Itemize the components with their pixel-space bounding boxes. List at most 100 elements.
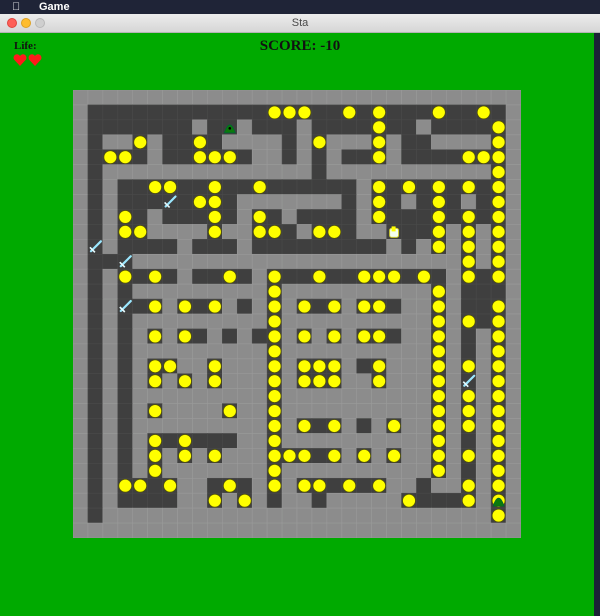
- floor-tile: [207, 433, 223, 449]
- coin-pickup: [491, 449, 506, 463]
- wall-tile: [475, 328, 492, 345]
- wall-tile: [505, 463, 521, 479]
- wall-tile: [192, 463, 208, 479]
- floor-tile: [192, 179, 208, 195]
- coin-pickup: [432, 359, 446, 374]
- maze-board[interactable]: [73, 90, 521, 538]
- wall-tile: [192, 224, 208, 240]
- floor-tile: [87, 253, 104, 270]
- wall-tile: [162, 522, 178, 538]
- coin-pickup: [312, 225, 327, 239]
- wall-tile: [475, 492, 492, 509]
- coin-pickup: [491, 478, 506, 493]
- wall-tile: [177, 388, 193, 404]
- coin-pickup: [267, 374, 282, 388]
- wall-tile: [446, 343, 462, 360]
- wall-tile: [475, 134, 492, 151]
- wall-tile: [236, 224, 253, 240]
- coin-pickup: [461, 478, 476, 493]
- floor-tile: [87, 149, 104, 165]
- wall-tile: [371, 224, 387, 240]
- coin-pickup: [491, 359, 506, 374]
- coin-pickup: [327, 299, 342, 314]
- floor-tile: [87, 492, 104, 509]
- coin-pickup: [282, 105, 297, 120]
- wall-tile: [505, 298, 521, 315]
- floor-tile: [117, 313, 134, 330]
- wall-tile: [73, 343, 89, 360]
- wall-tile: [266, 194, 283, 210]
- wall-tile: [192, 90, 208, 106]
- wall-tile: [162, 253, 178, 270]
- wall-tile: [401, 418, 417, 434]
- floor-tile: [192, 104, 208, 121]
- wall-tile: [73, 224, 89, 240]
- wall-tile: [475, 373, 492, 389]
- wall-tile: [73, 313, 89, 330]
- wall-tile: [371, 164, 387, 180]
- wall-tile: [222, 283, 238, 300]
- coin-pickup: [133, 225, 147, 239]
- wall-tile: [386, 492, 402, 509]
- coin-pickup: [491, 374, 506, 388]
- window-title: Sta: [291, 17, 309, 29]
- wall-tile: [505, 209, 521, 225]
- wall-tile: [416, 403, 432, 419]
- coin-pickup: [432, 225, 446, 239]
- coin-pickup: [387, 449, 401, 463]
- wall-tile: [132, 253, 148, 270]
- wall-tile: [192, 448, 208, 464]
- wall-tile: [192, 403, 208, 419]
- wall-tile: [102, 313, 119, 330]
- wall-tile: [117, 522, 134, 538]
- wall-tile: [356, 343, 372, 360]
- wall-tile: [73, 388, 89, 404]
- wall-tile: [341, 463, 358, 479]
- wall-tile: [102, 209, 119, 225]
- coin-pickup: [327, 359, 342, 374]
- wall-tile: [475, 90, 492, 106]
- wall-tile: [401, 283, 417, 300]
- wall-tile: [505, 507, 521, 524]
- wall-tile: [341, 373, 358, 389]
- floor-tile: [87, 134, 104, 151]
- game-canvas[interactable]: Life: SCORE: -10: [0, 33, 600, 616]
- wall-tile: [251, 253, 268, 270]
- wall-tile: [326, 253, 343, 270]
- wall-tile: [446, 328, 462, 345]
- wall-tile: [251, 433, 268, 449]
- floor-tile: [431, 268, 447, 285]
- wall-tile: [222, 134, 238, 151]
- wall-tile: [416, 90, 432, 106]
- wall-tile: [251, 477, 268, 494]
- window-titlebar[interactable]: Sta: [0, 14, 600, 33]
- wall-tile: [73, 373, 89, 389]
- coin-pickup: [208, 449, 222, 463]
- coin-pickup: [432, 374, 446, 388]
- wall-tile: [296, 433, 313, 449]
- wall-tile: [446, 313, 462, 330]
- coin-pickup: [267, 434, 282, 448]
- floor-tile: [296, 239, 313, 255]
- floor-tile: [177, 134, 193, 151]
- wall-tile: [505, 433, 521, 449]
- coin-pickup: [432, 210, 446, 224]
- wall-tile: [371, 448, 387, 464]
- apple-logo-icon[interactable]: : [12, 0, 20, 14]
- wall-tile: [251, 194, 268, 210]
- wall-tile: [505, 313, 521, 330]
- wall-tile: [236, 448, 253, 464]
- coin-pickup: [267, 344, 282, 359]
- wall-tile: [431, 507, 447, 524]
- coin-pickup: [148, 449, 162, 463]
- coin-pickup: [178, 449, 192, 463]
- wall-tile: [177, 492, 193, 509]
- app-menu-name[interactable]: Game: [39, 0, 70, 14]
- coin-pickup: [208, 374, 222, 388]
- wall-tile: [236, 209, 253, 225]
- coin-pickup: [372, 210, 386, 224]
- floor-tile: [386, 298, 402, 315]
- coin-pickup: [491, 404, 506, 418]
- wall-tile: [371, 313, 387, 330]
- floor-tile: [326, 268, 343, 285]
